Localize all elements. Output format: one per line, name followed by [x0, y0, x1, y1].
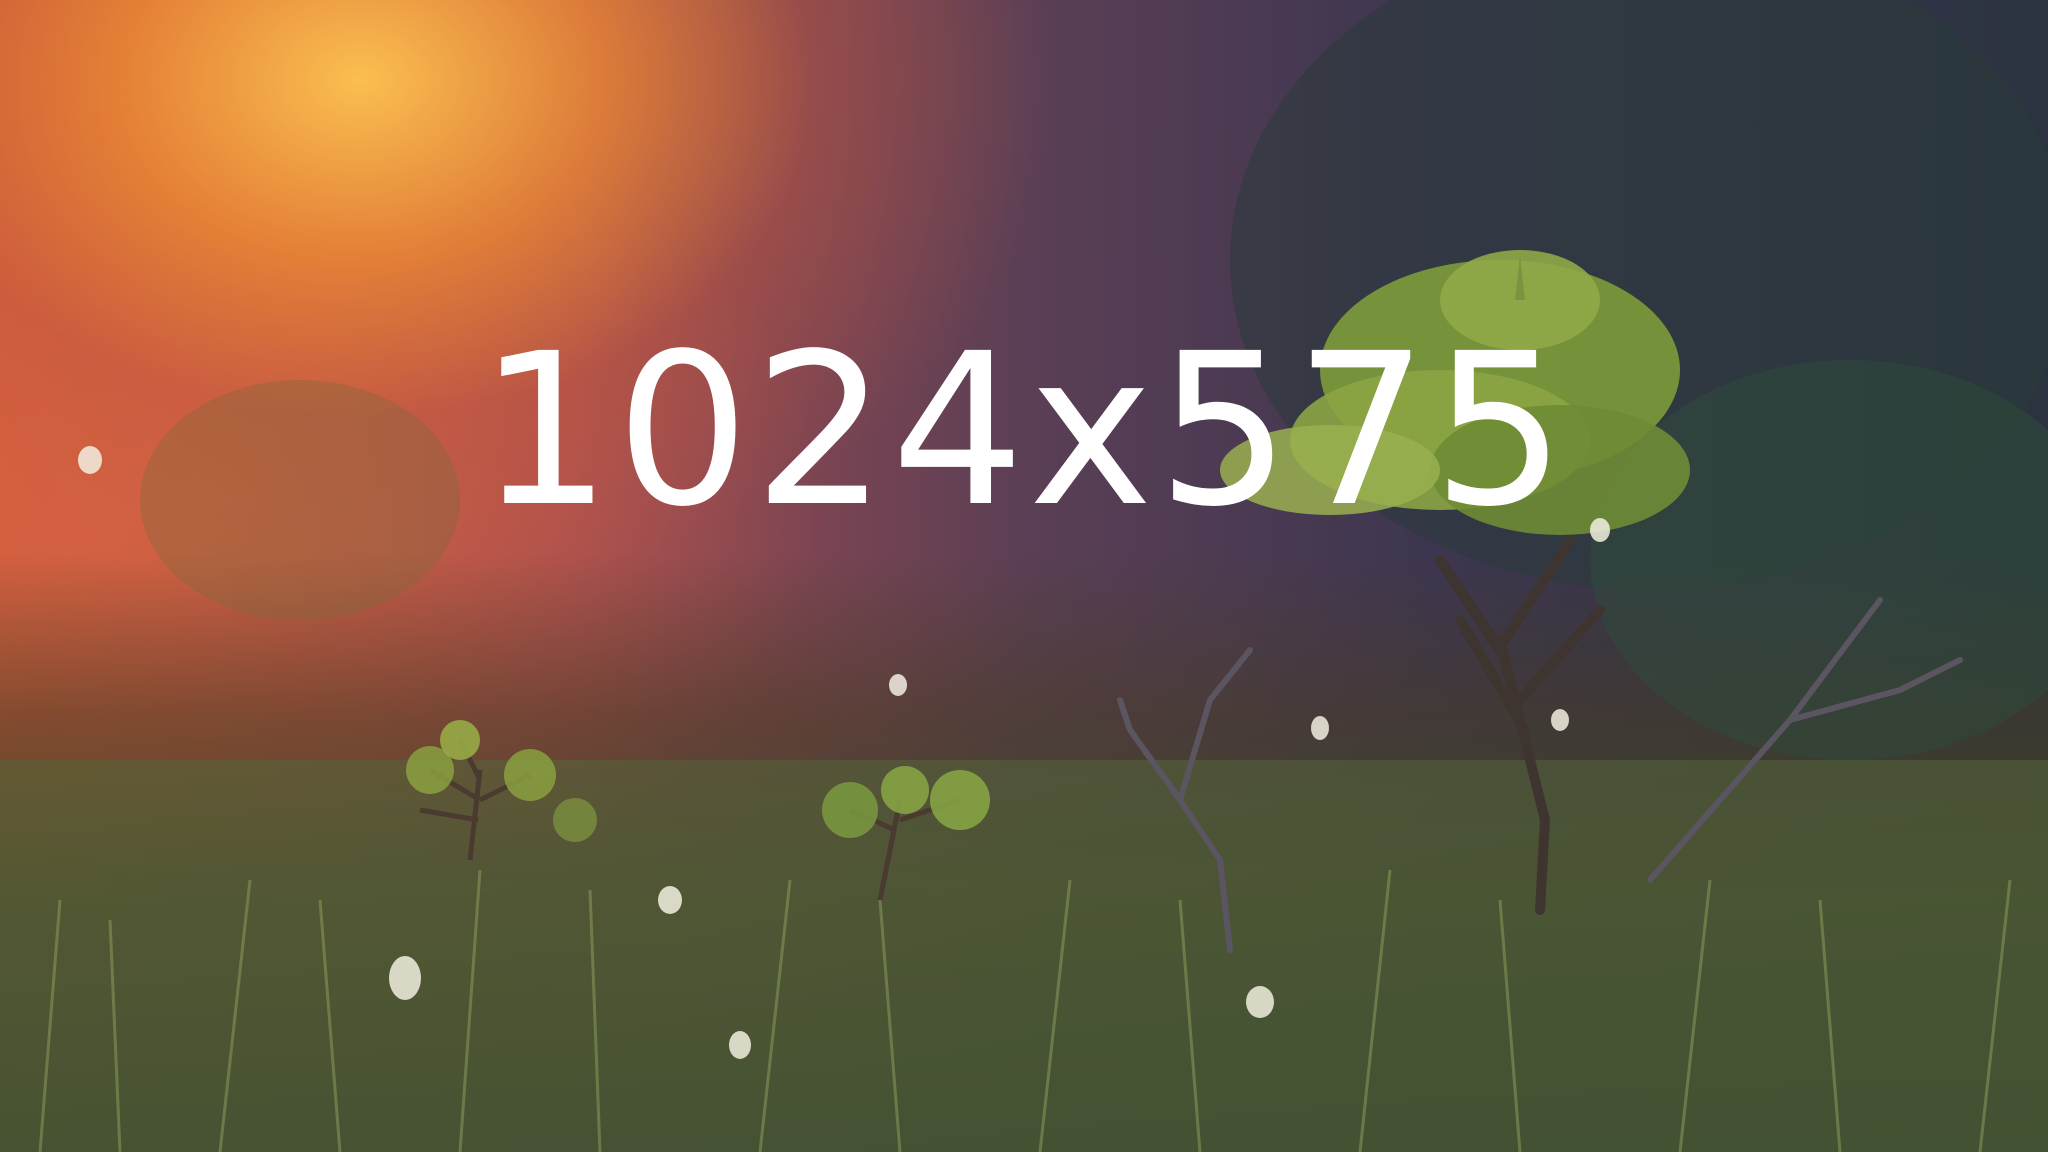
dimension-label: 1024x575 — [478, 308, 1570, 553]
meadow-photo: 1024x575 — [0, 0, 2048, 1152]
